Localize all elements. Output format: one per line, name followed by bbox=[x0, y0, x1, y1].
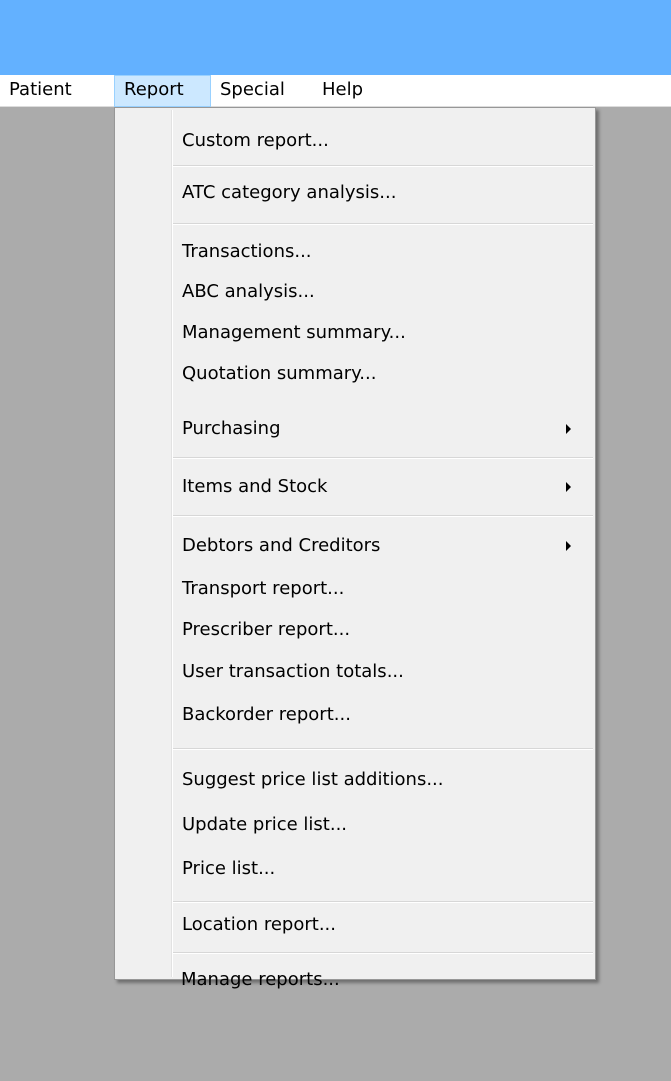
report-dropdown-menu: Custom report... ATC category analysis..… bbox=[114, 107, 596, 980]
menu-item-label: Custom report... bbox=[182, 130, 329, 151]
menu-item-backorder-report[interactable]: Backorder report... bbox=[117, 695, 593, 735]
menu-item-label: ABC analysis... bbox=[182, 281, 315, 302]
menu-patient[interactable]: Patient bbox=[0, 75, 114, 107]
menu-item-label: Quotation summary... bbox=[182, 363, 377, 384]
menu-item-label: Manage reports... bbox=[181, 969, 340, 990]
menu-separator bbox=[173, 952, 593, 954]
menu-separator bbox=[173, 748, 593, 750]
menu-item-custom-report[interactable]: Custom report... bbox=[117, 121, 593, 161]
title-bar[interactable] bbox=[0, 0, 671, 75]
menu-separator bbox=[173, 457, 593, 459]
menu-item-label: Management summary... bbox=[182, 322, 406, 343]
menu-item-label: Prescriber report... bbox=[182, 619, 351, 640]
menu-item-label: Update price list... bbox=[182, 814, 348, 835]
menu-help[interactable]: Help bbox=[313, 75, 385, 107]
menu-item-label: Transactions... bbox=[182, 241, 312, 262]
menu-item-location-report[interactable]: Location report... bbox=[117, 905, 593, 945]
menu-item-label: Transport report... bbox=[182, 578, 345, 599]
menu-bar: Patient Report Special Help bbox=[0, 75, 671, 107]
menu-item-label: Price list... bbox=[182, 858, 276, 879]
menu-item-label: Suggest price list additions... bbox=[182, 769, 444, 790]
menu-special[interactable]: Special bbox=[211, 75, 313, 107]
menu-item-user-transaction-totals[interactable]: User transaction totals... bbox=[117, 652, 593, 692]
menu-item-price-list[interactable]: Price list... bbox=[117, 849, 593, 889]
menu-item-purchasing[interactable]: Purchasing bbox=[117, 409, 593, 449]
menu-item-label: User transaction totals... bbox=[182, 661, 404, 682]
menu-item-label: Backorder report... bbox=[182, 704, 351, 725]
menu-item-debtors-and-creditors[interactable]: Debtors and Creditors bbox=[117, 526, 593, 566]
menu-item-label: Purchasing bbox=[182, 418, 281, 439]
menu-item-atc-category-analysis[interactable]: ATC category analysis... bbox=[117, 173, 593, 213]
menu-item-update-price-list[interactable]: Update price list... bbox=[117, 805, 593, 845]
menu-separator bbox=[173, 515, 593, 517]
menu-item-prescriber-report[interactable]: Prescriber report... bbox=[117, 610, 593, 650]
menu-item-label: Location report... bbox=[182, 914, 336, 935]
menu-item-label: ATC category analysis... bbox=[182, 182, 397, 203]
menu-item-items-and-stock[interactable]: Items and Stock bbox=[117, 467, 593, 507]
menu-separator bbox=[173, 165, 593, 167]
menu-item-management-summary[interactable]: Management summary... bbox=[117, 313, 593, 353]
menu-item-quotation-summary[interactable]: Quotation summary... bbox=[117, 354, 593, 394]
submenu-arrow-icon bbox=[566, 482, 571, 492]
app-window: Patient Report Special Help Custom repor… bbox=[0, 0, 671, 1081]
menu-item-label: Items and Stock bbox=[182, 476, 328, 497]
menu-item-manage-reports[interactable]: Manage reports... bbox=[116, 960, 592, 1000]
menu-item-label: Debtors and Creditors bbox=[182, 535, 381, 556]
menu-item-transport-report[interactable]: Transport report... bbox=[117, 569, 593, 609]
menu-separator bbox=[173, 901, 593, 903]
menu-item-transactions[interactable]: Transactions... bbox=[117, 232, 593, 272]
menu-item-abc-analysis[interactable]: ABC analysis... bbox=[117, 272, 593, 312]
menu-item-suggest-price-list-additions[interactable]: Suggest price list additions... bbox=[117, 760, 593, 800]
menu-separator bbox=[173, 223, 593, 225]
submenu-arrow-icon bbox=[566, 424, 571, 434]
submenu-arrow-icon bbox=[566, 541, 571, 551]
menu-report[interactable]: Report bbox=[114, 75, 211, 107]
